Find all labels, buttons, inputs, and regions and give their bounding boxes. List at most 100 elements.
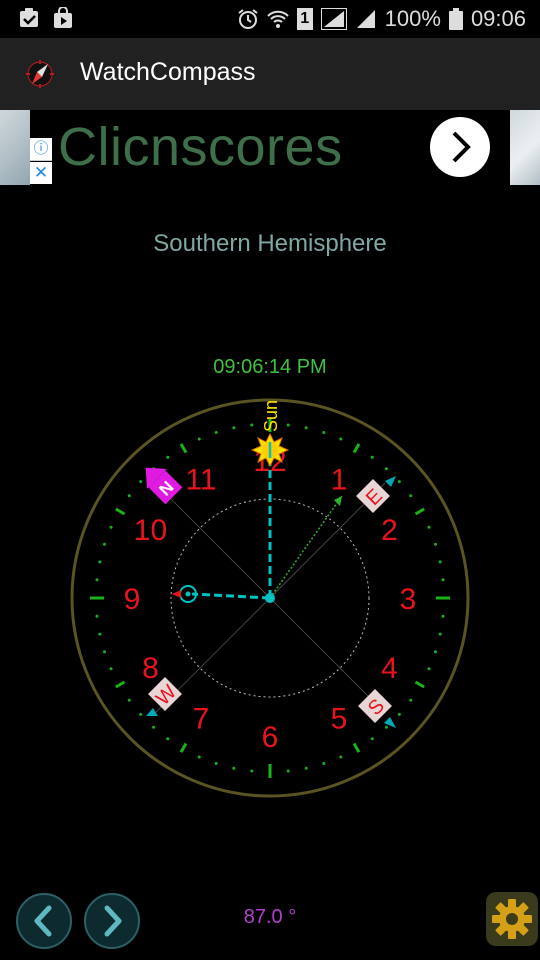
minute-dot — [98, 632, 102, 636]
minute-dot — [166, 455, 170, 459]
clock-time: 09:06:14 PM — [213, 356, 327, 378]
minute-dot — [214, 431, 218, 435]
hour-number: 1 — [331, 463, 348, 496]
ad-banner[interactable]: Clicnscores ⓘ ✕ — [0, 110, 540, 185]
bag-play-icon — [54, 7, 72, 28]
minute-dot — [98, 560, 102, 564]
settings-button[interactable] — [486, 892, 538, 946]
minute-dot — [109, 667, 113, 671]
hour-tick — [352, 742, 361, 753]
south-marker: S — [358, 689, 392, 723]
minute-dot — [438, 560, 442, 564]
hour-number: 5 — [331, 703, 348, 736]
minute-dot — [370, 737, 374, 741]
status-time: 09:06 — [470, 6, 526, 31]
signal-icon-2 — [356, 10, 375, 28]
minute-dot — [397, 712, 401, 716]
system-icons: 1 100% 09:06 — [237, 6, 526, 32]
hour-tick — [352, 443, 361, 454]
minute-dot — [339, 437, 343, 441]
wifi-icon — [266, 10, 289, 28]
minute-dot — [427, 667, 431, 671]
clipboard-check-icon — [20, 8, 38, 27]
minute-dot — [304, 426, 308, 430]
minute-dot — [433, 542, 437, 546]
app-title: WatchCompass — [80, 58, 256, 86]
minute-dot — [197, 755, 201, 759]
hour-tick — [115, 680, 126, 689]
ad-close-icon[interactable]: ✕ — [30, 162, 52, 184]
minute-dot — [397, 480, 401, 484]
battery-percent: 100% — [384, 6, 441, 31]
minute-dot — [127, 698, 131, 702]
ad-headline[interactable]: Clicnscores — [58, 116, 343, 178]
minute-dot — [433, 650, 437, 654]
hour-tick — [179, 443, 188, 454]
hour-number: 4 — [381, 652, 398, 685]
minute-dot — [152, 725, 156, 729]
ad-right-image[interactable] — [510, 110, 540, 185]
hour-tick — [414, 507, 425, 516]
notification-icons — [18, 7, 74, 29]
heading-readout: 87.0 ° — [243, 906, 297, 928]
east-arrow — [385, 476, 396, 487]
minute-dot — [384, 725, 388, 729]
minute-dot — [409, 494, 413, 498]
hour-number: 3 — [400, 583, 417, 616]
hour-hand-pointer — [172, 590, 181, 598]
minute-dot — [250, 423, 254, 427]
app-bar: WatchCompass — [0, 38, 540, 110]
signal-icon — [320, 8, 347, 30]
minute-dot — [427, 525, 431, 529]
minute-dot — [438, 632, 442, 636]
west-label: W — [152, 681, 181, 710]
hour-number: 6 — [262, 721, 279, 754]
minute-dot — [232, 766, 236, 770]
sun-label: Sun — [261, 400, 281, 432]
hour-number: 10 — [134, 514, 167, 547]
north-marker: N — [145, 467, 183, 505]
hour-number: 2 — [381, 514, 398, 547]
gear-icon — [492, 899, 532, 939]
minute-dot — [127, 494, 131, 498]
minute-dot — [109, 525, 113, 529]
minute-dot — [441, 614, 445, 618]
alarm-icon — [238, 9, 258, 29]
minute-dot — [441, 578, 445, 582]
minute-dot — [103, 542, 107, 546]
minute-dot — [370, 455, 374, 459]
ad-left-image[interactable] — [0, 110, 30, 185]
hour-hand-tip-dot — [185, 591, 191, 597]
watch-compass-dial[interactable]: 121234567891011 Sun N E S W — [60, 390, 480, 810]
hour-hand — [191, 592, 271, 600]
minute-dot — [250, 769, 254, 773]
battery-icon — [448, 8, 463, 30]
center-pivot — [265, 593, 275, 603]
status-bar: 1 100% 09:06 — [0, 0, 540, 38]
ad-open-button[interactable] — [430, 117, 490, 177]
chevron-right-icon — [452, 131, 471, 163]
ad-info-icon[interactable]: ⓘ — [30, 138, 52, 161]
minute-dot — [322, 761, 326, 765]
sim-slot-badge: 1 — [296, 8, 313, 30]
minute-dot — [214, 761, 218, 765]
hour-number: 11 — [185, 463, 216, 496]
hour-number: 9 — [124, 583, 141, 616]
east-marker: E — [356, 479, 390, 513]
minute-dot — [166, 737, 170, 741]
minute-dot — [304, 766, 308, 770]
minute-dot — [95, 614, 99, 618]
hemisphere-label: Southern Hemisphere — [153, 230, 387, 257]
minute-dot — [409, 698, 413, 702]
bisector-line — [269, 495, 343, 599]
compass-logo-icon[interactable] — [22, 56, 58, 92]
hour-tick — [179, 742, 188, 753]
hour-number: 8 — [142, 652, 159, 685]
hour-tick — [115, 507, 126, 516]
hour-tick — [414, 680, 425, 689]
hour-number: 7 — [193, 703, 210, 736]
minute-dot — [139, 712, 143, 716]
minute-dot — [384, 467, 388, 471]
minute-dot — [286, 769, 290, 773]
minute-dot — [286, 423, 290, 427]
